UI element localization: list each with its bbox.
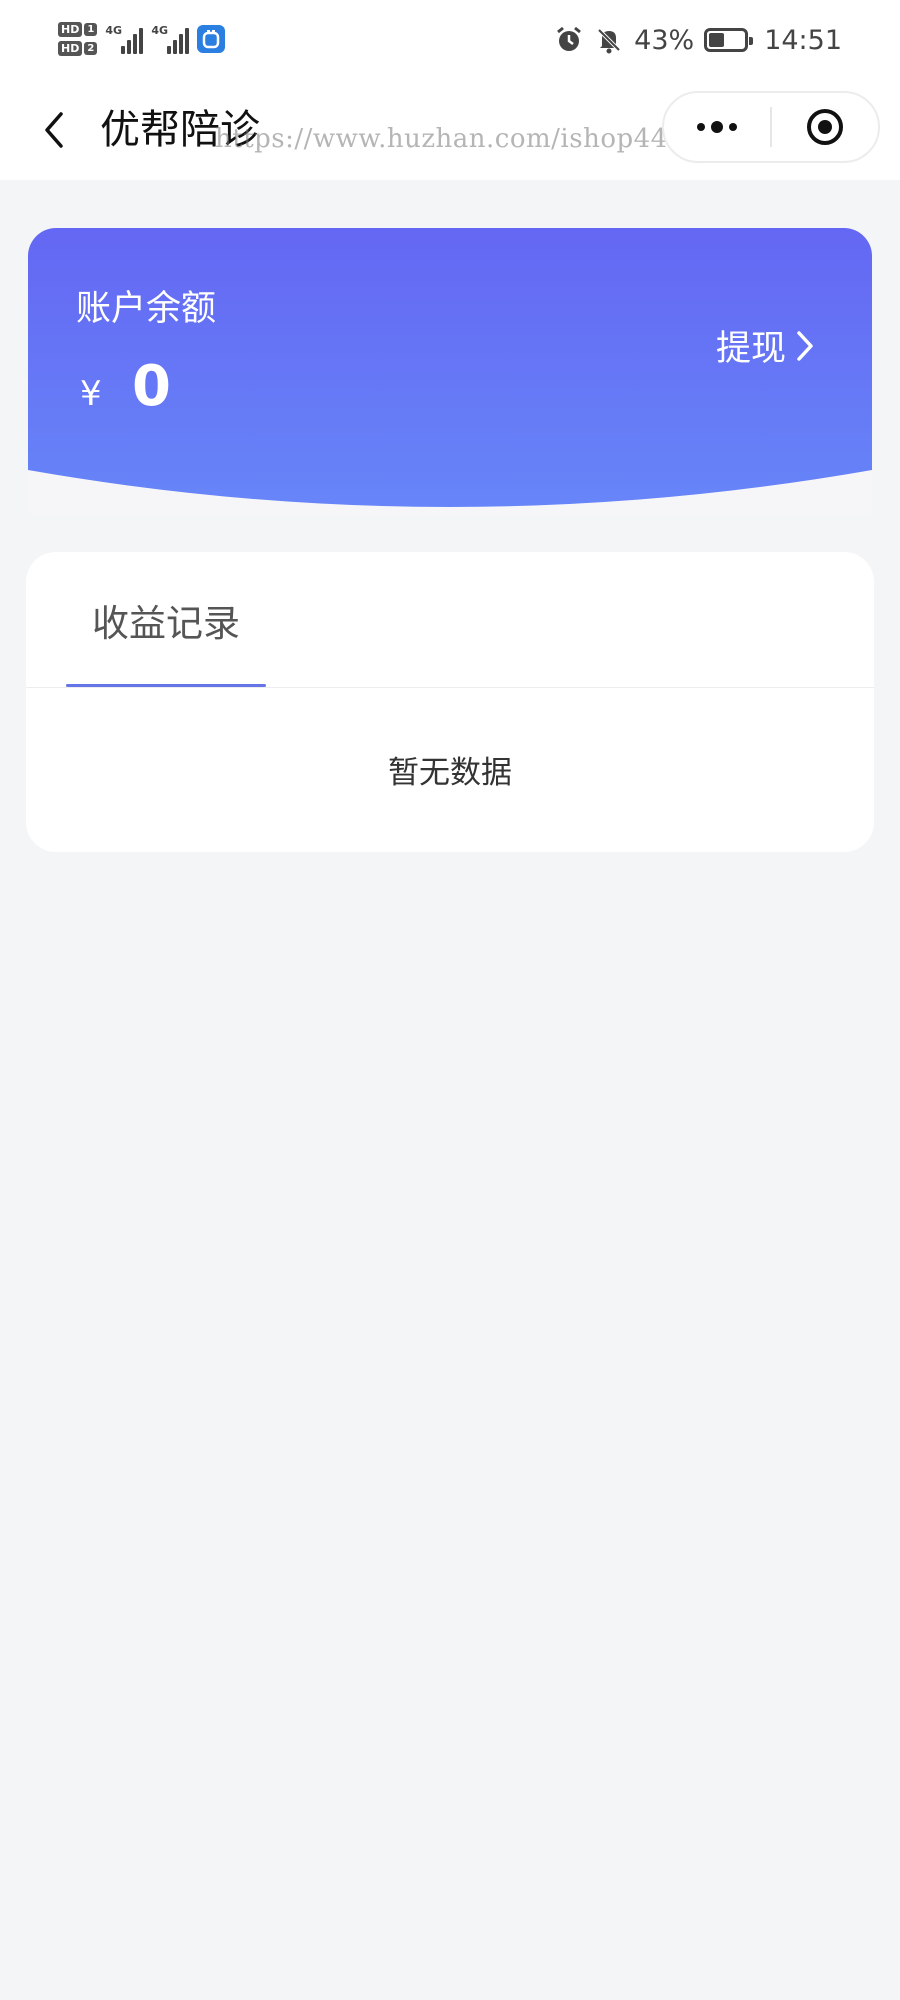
battery-icon [704,28,754,52]
tab-divider [26,687,874,688]
network2-label: 4G [151,24,168,37]
status-time: 14:51 [764,24,842,56]
battery-percent: 43% [634,24,695,56]
chevron-right-icon [797,330,813,361]
watermark-url: https://www.huzhan.com/ishop44453 [215,124,719,154]
back-button[interactable] [26,102,82,158]
status-right: 43% 14:51 [554,20,842,60]
sim-indicators: HD 1 HD 2 [58,22,98,56]
card-curve [28,470,872,514]
empty-state-text: 暂无数据 [388,755,512,791]
status-left: HD 1 HD 2 4G 4G [58,14,226,64]
battery-fill [709,33,724,47]
tab-label: 收益记录 [92,601,240,645]
balance-label: 账户余额 [76,289,217,329]
withdraw-link[interactable]: 提现 [716,320,816,371]
balance-amount: 0 [132,354,171,419]
more-button[interactable] [664,93,770,161]
app-notification-icon [197,25,226,53]
sim1-badge: HD 1 [58,22,98,37]
chevron-left-icon [45,112,63,148]
target-circle-icon [807,109,843,145]
tab-earnings-records[interactable]: 收益记录 [66,552,266,687]
balance-card: 账户余额 ¥ 0 提现 [28,228,872,514]
sim2-hd: HD [58,41,83,56]
nav-bar: 优帮陪诊 https://www.huzhan.com/ishop44453 [0,80,900,180]
withdraw-label: 提现 [715,329,786,369]
more-dots-icon [697,121,737,133]
bell-muted-icon [594,25,624,55]
currency-symbol: ¥ [80,374,102,414]
network1-label: 4G [105,24,122,37]
records-card: 收益记录 暂无数据 [26,552,874,852]
status-bar: HD 1 HD 2 4G 4G 43% 14:51 [0,0,900,80]
mini-program-capsule [662,91,880,163]
signal-2: 4G [151,24,190,54]
alarm-icon [554,25,584,55]
sim1-hd: HD [58,22,83,37]
signal-1: 4G [105,24,144,54]
sim2-badge: HD 2 [58,41,98,56]
close-button[interactable] [772,93,878,161]
sim1-index: 1 [84,23,98,36]
sim2-index: 2 [84,42,98,55]
